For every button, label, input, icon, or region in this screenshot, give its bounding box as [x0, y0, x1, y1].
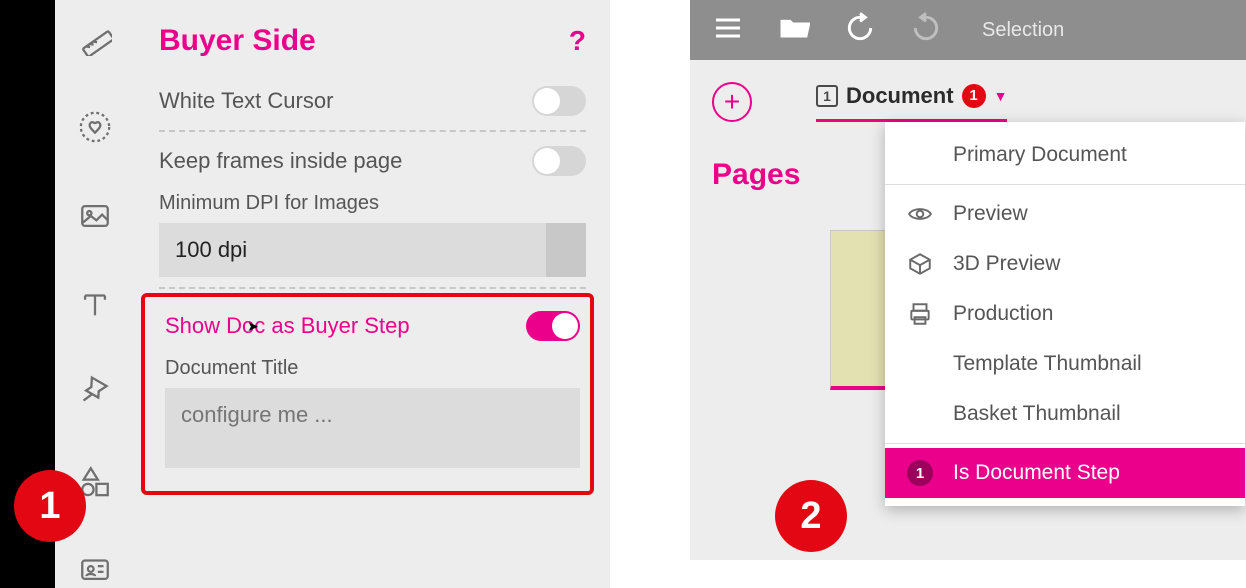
ruler-icon[interactable] [75, 20, 115, 58]
dd-label: 3D Preview [953, 252, 1060, 276]
eye-icon [907, 201, 933, 227]
annotation-badge-2: 2 [775, 480, 847, 552]
text-icon[interactable] [75, 285, 115, 323]
selection-label: Selection [982, 19, 1064, 42]
white-text-cursor-label: White Text Cursor [159, 88, 333, 114]
topbar: Selection [690, 0, 1246, 60]
keep-frames-label: Keep frames inside page [159, 148, 402, 174]
panel-title: Buyer Side [159, 24, 316, 58]
min-dpi-input[interactable] [159, 223, 586, 277]
dropdown-separator [885, 184, 1245, 185]
white-text-cursor-row: White Text Cursor [139, 72, 596, 130]
show-doc-highlight: Show Doc as Buyer Step Document Title [141, 293, 594, 495]
folder-open-icon[interactable] [778, 12, 810, 49]
pin-icon[interactable] [75, 373, 115, 411]
blank-icon [907, 351, 933, 377]
help-icon[interactable]: ? [569, 25, 586, 57]
dd-template-thumbnail[interactable]: Template Thumbnail [885, 339, 1245, 389]
doc-number-badge: 1 [816, 85, 838, 107]
show-doc-toggle[interactable] [526, 311, 580, 341]
annotation-mini-badge-1: 1 [962, 84, 986, 108]
add-document-button[interactable]: + [712, 82, 752, 122]
panel-header: Buyer Side ? [139, 18, 596, 72]
heart-badge-icon[interactable] [75, 108, 115, 146]
dropdown-separator [885, 443, 1245, 444]
document-title-input[interactable] [165, 388, 580, 468]
document-dropdown: Primary Document Preview 3D Preview Prod… [885, 122, 1245, 506]
dd-label: Primary Document [953, 143, 1127, 167]
dd-3d-preview[interactable]: 3D Preview [885, 239, 1245, 289]
cube-icon [907, 251, 933, 277]
dd-basket-thumbnail[interactable]: Basket Thumbnail [885, 389, 1245, 439]
hamburger-icon[interactable] [712, 12, 744, 49]
dd-label: Is Document Step [953, 461, 1120, 485]
undo-icon[interactable] [844, 12, 876, 49]
dd-is-document-step[interactable]: 1 Is Document Step [885, 448, 1245, 498]
printer-icon [907, 301, 933, 327]
dd-primary-document[interactable]: Primary Document [885, 130, 1245, 180]
blank-icon [907, 401, 933, 427]
dd-label: Basket Thumbnail [953, 402, 1121, 426]
show-doc-label: Show Doc as Buyer Step [165, 313, 410, 339]
annotation-badge-1: 1 [14, 470, 86, 542]
dd-preview[interactable]: Preview [885, 189, 1245, 239]
caret-down-icon[interactable]: ▼ [994, 88, 1008, 104]
document-tab[interactable]: 1 Document 1 ▼ [816, 83, 1007, 122]
keep-frames-row: Keep frames inside page [139, 132, 596, 190]
document-title-label: Document Title [145, 355, 590, 388]
dd-label: Preview [953, 202, 1028, 226]
id-card-icon[interactable] [75, 550, 115, 588]
selected-num-icon: 1 [907, 460, 933, 486]
dd-label: Production [953, 302, 1053, 326]
keep-frames-toggle[interactable] [532, 146, 586, 176]
min-dpi-label: Minimum DPI for Images [139, 190, 596, 223]
dd-production[interactable]: Production [885, 289, 1245, 339]
dd-label: Template Thumbnail [953, 352, 1142, 376]
settings-panel: Buyer Side ? White Text Cursor Keep fram… [135, 0, 610, 588]
image-icon[interactable] [75, 197, 115, 235]
doc-title: Document [846, 83, 954, 109]
separator [159, 287, 586, 289]
right-panel-group: Selection + 1 Document 1 ▼ Pages Primary… [690, 0, 1246, 560]
blank-icon [907, 142, 933, 168]
redo-icon[interactable] [910, 12, 942, 49]
white-text-cursor-toggle[interactable] [532, 86, 586, 116]
show-doc-row: Show Doc as Buyer Step [145, 297, 590, 355]
left-panel-group: Buyer Side ? White Text Cursor Keep fram… [0, 0, 610, 588]
